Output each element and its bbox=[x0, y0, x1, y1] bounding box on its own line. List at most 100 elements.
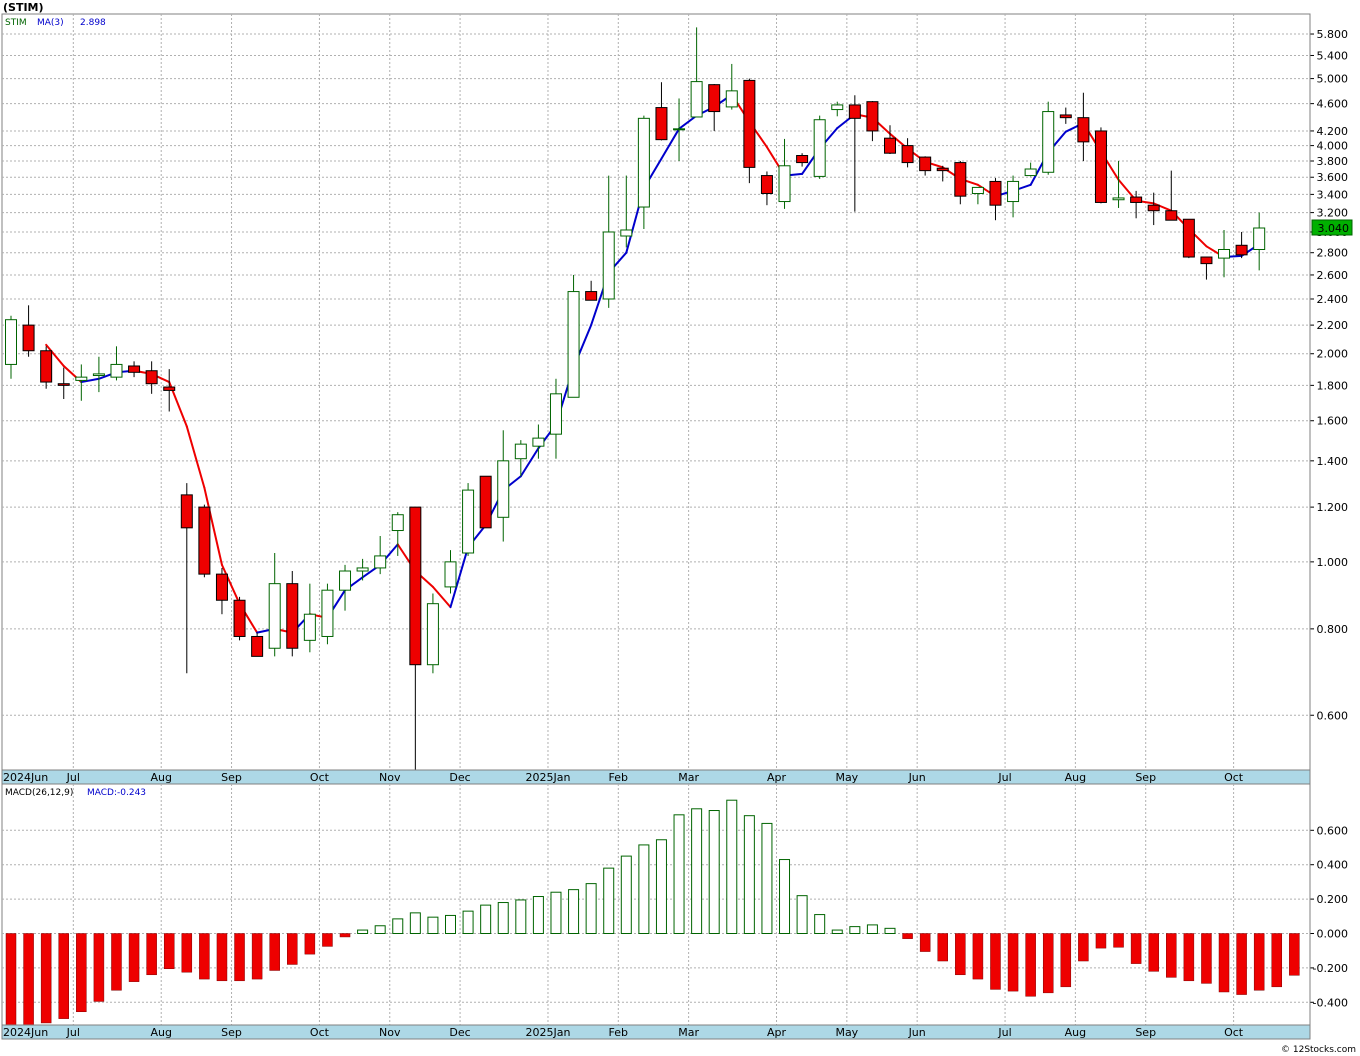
date-label: Jun bbox=[908, 771, 926, 784]
macd-bar bbox=[990, 933, 1001, 990]
macd-bar bbox=[585, 883, 597, 934]
candle-body bbox=[655, 107, 668, 141]
macd-bar bbox=[1271, 933, 1283, 988]
candle-body bbox=[321, 589, 334, 637]
macd-bar bbox=[163, 933, 175, 970]
date-label: Sep bbox=[1135, 1026, 1156, 1039]
candle-body bbox=[866, 101, 879, 132]
macd-bar bbox=[374, 925, 386, 935]
candle bbox=[286, 571, 299, 657]
candle-body bbox=[57, 383, 70, 386]
macd-bar bbox=[287, 933, 298, 965]
price-tick-label: 3.600 bbox=[1317, 171, 1349, 184]
macd-bar bbox=[673, 814, 685, 935]
date-label: May bbox=[835, 1026, 858, 1039]
candle bbox=[233, 596, 246, 641]
candle-body bbox=[110, 363, 123, 378]
macd-tick-label: -0.200 bbox=[1313, 962, 1348, 975]
macd-tick-label: 0.200 bbox=[1317, 893, 1349, 906]
candle-body bbox=[92, 373, 105, 377]
date-label: 2025Jan bbox=[526, 771, 571, 784]
macd-bar bbox=[779, 859, 791, 934]
macd-tick-label: 0.000 bbox=[1317, 928, 1349, 941]
macd-tick-label: 0.400 bbox=[1317, 859, 1349, 872]
price-tick-label: 5.400 bbox=[1317, 49, 1349, 62]
candle-body bbox=[391, 514, 404, 532]
macd-bar bbox=[550, 891, 562, 934]
macd-bar bbox=[409, 912, 421, 934]
macd-bar bbox=[638, 844, 650, 934]
macd-bar bbox=[480, 904, 492, 934]
candle bbox=[1042, 101, 1055, 175]
macd-bar bbox=[919, 933, 931, 952]
macd-bar bbox=[761, 822, 773, 934]
price-tick-label: 3.800 bbox=[1317, 155, 1349, 168]
macd-bar bbox=[445, 914, 456, 935]
candle-body bbox=[479, 475, 492, 529]
candle-body bbox=[1024, 168, 1037, 177]
macd-bar bbox=[955, 933, 966, 976]
date-label: Aug bbox=[150, 1026, 171, 1039]
price-tick-label: 2.400 bbox=[1317, 293, 1349, 306]
candle-body bbox=[180, 494, 193, 529]
candle bbox=[426, 593, 439, 674]
macd-bar bbox=[1289, 933, 1300, 976]
macd-bar bbox=[1183, 933, 1195, 982]
date-label: Sep bbox=[221, 771, 242, 784]
macd-bar bbox=[691, 808, 703, 934]
price-tick-label: 1.800 bbox=[1317, 379, 1349, 392]
macd-legend-name: MACD(26,12,9) bbox=[5, 788, 73, 798]
candle-body bbox=[620, 229, 633, 237]
footer-credit: © 12Stocks.com bbox=[1281, 1045, 1356, 1055]
date-label: Oct bbox=[1224, 771, 1244, 784]
macd-tick-label: 0.600 bbox=[1317, 824, 1349, 837]
macd-bar bbox=[251, 933, 263, 980]
candle bbox=[813, 115, 826, 179]
candle-body bbox=[233, 599, 246, 637]
macd-bar bbox=[902, 933, 913, 939]
candle-body bbox=[743, 79, 756, 168]
macd-bar bbox=[76, 933, 87, 1013]
date-label: Mar bbox=[678, 1026, 699, 1039]
macd-tick-label: -0.400 bbox=[1313, 996, 1348, 1009]
legend-symbol: STIM bbox=[5, 18, 27, 28]
macd-bar bbox=[181, 933, 193, 973]
date-label: Jul bbox=[997, 1026, 1011, 1039]
macd-bar bbox=[1218, 933, 1230, 993]
macd-bar bbox=[1007, 933, 1019, 992]
candle bbox=[462, 483, 475, 556]
chart-title: (STIM) bbox=[3, 1, 44, 14]
candle bbox=[1094, 127, 1107, 204]
candle-body bbox=[1059, 114, 1072, 119]
candle-body bbox=[1147, 204, 1160, 212]
date-axis-strip-bottom bbox=[1, 1024, 1311, 1040]
price-tick-label: 1.600 bbox=[1317, 415, 1349, 428]
candle-body bbox=[919, 156, 932, 172]
macd-bar bbox=[269, 933, 280, 971]
date-label: Jul bbox=[997, 771, 1011, 784]
price-tick-label: 0.800 bbox=[1317, 623, 1349, 636]
candle bbox=[198, 504, 211, 578]
macd-bar bbox=[532, 896, 544, 935]
candle-body bbox=[497, 460, 510, 518]
date-label: Jun bbox=[908, 1026, 926, 1039]
macd-bar bbox=[93, 933, 105, 1002]
macd-bar bbox=[1113, 933, 1124, 948]
candle-body bbox=[585, 291, 598, 301]
macd-bar bbox=[655, 839, 667, 935]
legend-ma: MA(3) bbox=[37, 18, 64, 28]
macd-bar bbox=[1166, 933, 1177, 978]
macd-bar bbox=[40, 933, 52, 1024]
candle-body bbox=[215, 573, 228, 601]
candle-body bbox=[989, 180, 1002, 206]
candle-body bbox=[971, 186, 984, 195]
date-label: Sep bbox=[221, 1026, 242, 1039]
candle bbox=[1182, 218, 1195, 259]
candle-body bbox=[409, 506, 422, 666]
date-label: Oct bbox=[310, 1026, 330, 1039]
candle-body bbox=[5, 319, 17, 365]
candle-body bbox=[1235, 244, 1248, 256]
candle-body bbox=[760, 175, 773, 195]
macd-bar bbox=[937, 933, 948, 962]
macd-bar bbox=[814, 914, 826, 935]
